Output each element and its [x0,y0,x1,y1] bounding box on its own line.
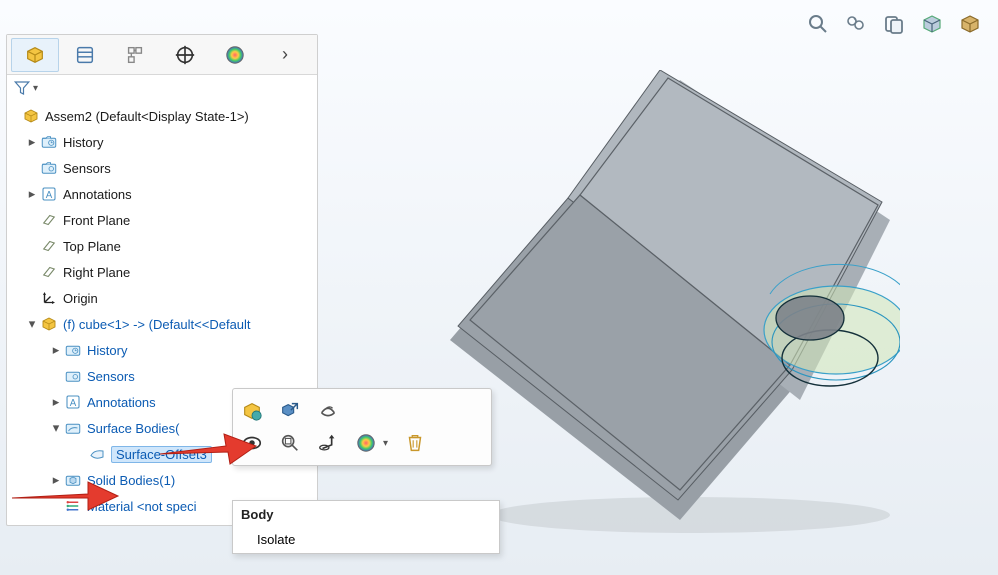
tree-label: Front Plane [63,213,130,228]
tree-label: Origin [63,291,98,306]
collapse-icon[interactable]: ▾ [25,316,39,332]
svg-text:A: A [70,398,77,409]
expand-icon[interactable]: ▸ [49,342,63,358]
plane-icon [39,236,59,256]
folder-history-icon [63,340,83,360]
tree-label: Sensors [87,369,135,384]
folder-surface-icon [63,418,83,438]
filter-dropdown-icon[interactable]: ▾ [33,83,38,94]
feature-tree-tab-icon[interactable] [11,38,59,72]
edit-part-icon[interactable] [241,400,263,422]
annotation-arrow-2 [158,430,258,470]
model-view-cube [430,70,900,540]
appearance-dropdown-icon[interactable]: ▾ [383,438,388,449]
tree-label: Sensors [63,161,111,176]
tree-item-front-plane[interactable]: Front Plane [7,207,317,233]
menu-item-label: Isolate [257,532,295,547]
tree-item-sub-sensors[interactable]: Sensors [7,363,317,389]
tree-label: History [63,135,103,150]
tree-item-right-plane[interactable]: Right Plane [7,259,317,285]
context-menu-isolate[interactable]: Isolate [233,526,499,553]
zoom-to-selection-icon[interactable] [279,432,301,454]
tree-item-top-plane[interactable]: Top Plane [7,233,317,259]
tree-label: Annotations [87,395,156,410]
svg-text:A: A [46,190,53,201]
origin-icon [39,288,59,308]
tree-label: History [87,343,127,358]
tree-item-sub-history[interactable]: ▸ History [7,337,317,363]
tree-item-sensors[interactable]: Sensors [7,155,317,181]
display-style-icon[interactable] [956,10,984,38]
more-tabs-icon[interactable]: › [261,38,309,72]
tree-label: (f) cube<1> -> (Default<<Default [63,317,251,332]
context-menu-header: Body [233,501,499,526]
context-toolbar: ▾ [232,388,492,466]
folder-sensors-icon [63,366,83,386]
feature-manager-tabs: › [7,35,317,75]
context-menu: Body Isolate [232,500,500,554]
tree-item-annotations[interactable]: ▸ A Annotations [7,181,317,207]
section-view-icon[interactable] [918,10,946,38]
tree-item-component-cube[interactable]: ▾ (f) cube<1> -> (Default<<Default [7,311,317,337]
expand-icon[interactable]: ▸ [49,394,63,410]
collapse-icon[interactable]: ▾ [49,420,63,436]
open-part-icon[interactable] [279,400,301,422]
appearance-icon[interactable] [355,432,377,454]
normal-to-icon[interactable] [317,432,339,454]
configuration-manager-tab-icon[interactable] [111,38,159,72]
filter-row: ▾ [7,75,317,101]
folder-history-icon [39,132,59,152]
tree-item-origin[interactable]: Origin [7,285,317,311]
annotations-icon: A [63,392,83,412]
appearances-tab-icon[interactable] [211,38,259,72]
tree-label: Right Plane [63,265,130,280]
tree-item-history[interactable]: ▸ History [7,129,317,155]
annotations-icon: A [39,184,59,204]
expand-icon[interactable]: ▸ [25,186,39,202]
hidden-components-icon[interactable] [317,400,339,422]
assembly-icon [21,106,41,126]
zoom-to-fit-icon[interactable] [804,10,832,38]
filter-funnel-icon[interactable] [13,79,31,97]
part-icon [39,314,59,334]
folder-sensors-icon [39,158,59,178]
plane-icon [39,262,59,282]
property-manager-tab-icon[interactable] [61,38,109,72]
zoom-area-icon[interactable] [842,10,870,38]
plane-icon [39,210,59,230]
view-toolbar [804,10,984,38]
previous-view-icon[interactable] [880,10,908,38]
tree-label: Top Plane [63,239,121,254]
expand-icon[interactable]: ▸ [25,134,39,150]
tree-root-label: Assem2 (Default<Display State-1>) [45,109,249,124]
surface-body-icon [87,444,107,464]
annotation-arrow-1 [10,476,120,516]
tree-label: Annotations [63,187,132,202]
tree-root-assembly[interactable]: Assem2 (Default<Display State-1>) [7,103,317,129]
delete-body-icon[interactable] [404,432,426,454]
dimxpert-tab-icon[interactable] [161,38,209,72]
